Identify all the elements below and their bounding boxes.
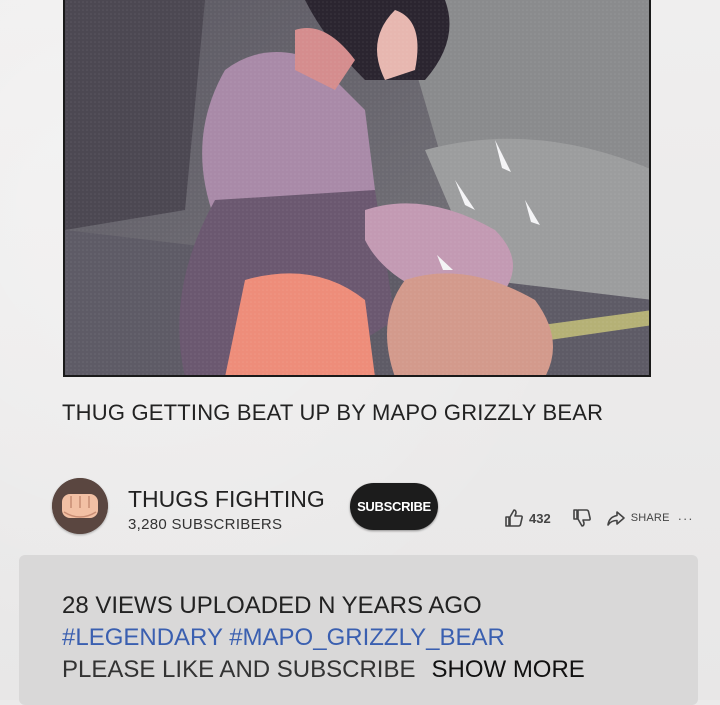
- video-title: THUG GETTING BEAT UP BY MAPO GRIZZLY BEA…: [62, 400, 604, 425]
- hashtag-link[interactable]: #MAPO_GRIZZLY_BEAR: [229, 624, 505, 651]
- fist-icon: [52, 478, 108, 534]
- more-options-button[interactable]: ···: [678, 511, 694, 526]
- channel-avatar[interactable]: [52, 478, 108, 534]
- share-icon[interactable]: [606, 508, 626, 528]
- hashtag-link[interactable]: #LEGENDARY: [62, 624, 223, 651]
- show-more-button[interactable]: SHOW MORE: [431, 656, 584, 683]
- channel-row: THUGS FIGHTING 3,280 SUBSCRIBERS SUBSCRI…: [0, 470, 720, 550]
- like-count: 432: [529, 510, 551, 526]
- subscriber-count: 3,280 SUBSCRIBERS: [128, 516, 283, 533]
- video-thumbnail-illustration: [65, 0, 649, 375]
- description-panel[interactable]: 28 VIEWS UPLOADED N YEARS AGO #LEGENDARY…: [19, 555, 698, 705]
- video-actions: 432 SHARE ···: [504, 506, 694, 530]
- hashtag-list: #LEGENDARY #MAPO_GRIZZLY_BEAR: [62, 624, 505, 652]
- thumbs-up-icon[interactable]: [504, 508, 524, 528]
- subscribe-button[interactable]: SUBSCRIBE: [350, 483, 438, 530]
- channel-name[interactable]: THUGS FIGHTING: [128, 486, 325, 513]
- description-text-line: PLEASE LIKE AND SUBSCRIBE SHOW MORE: [62, 656, 585, 684]
- video-player[interactable]: [63, 0, 651, 377]
- share-button-label[interactable]: SHARE: [631, 512, 670, 524]
- thumbs-down-icon[interactable]: [572, 508, 592, 528]
- description-text: PLEASE LIKE AND SUBSCRIBE: [62, 656, 416, 683]
- view-count-upload-date: 28 VIEWS UPLOADED N YEARS AGO: [62, 592, 482, 619]
